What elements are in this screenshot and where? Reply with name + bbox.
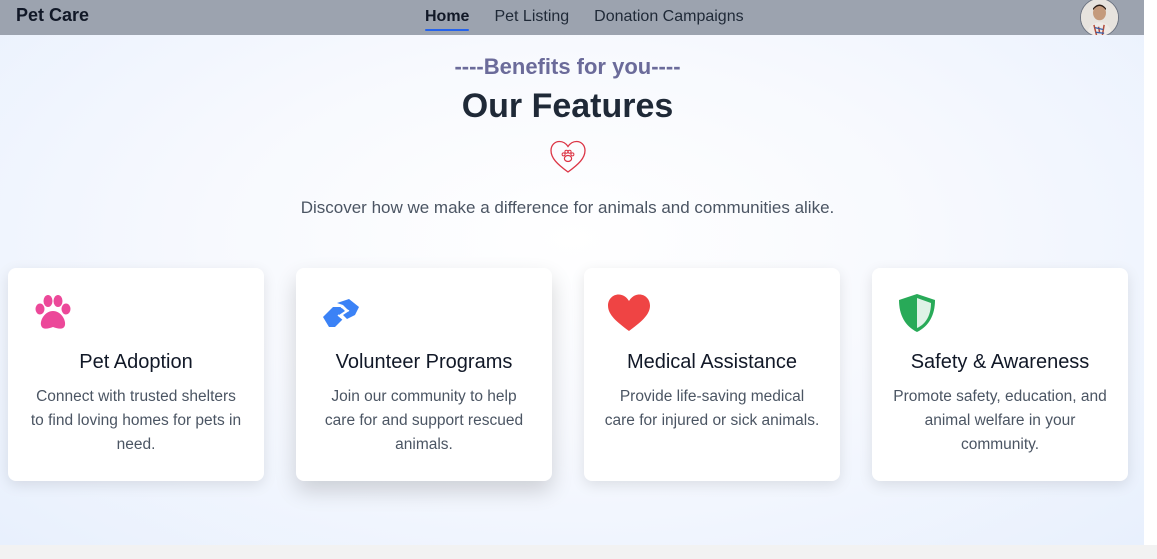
card-text: Promote safety, education, and animal we…	[893, 388, 1107, 453]
nav-link-home[interactable]: Home	[425, 8, 470, 31]
brand-logo[interactable]: Pet Care	[16, 5, 89, 26]
features-section: ----Benefits for you---- Our Features Di…	[0, 35, 1144, 545]
card-text: Provide life-saving medical care for inj…	[604, 388, 820, 429]
nav-link-pet-listing[interactable]: Pet Listing	[494, 8, 569, 28]
card-title: Pet Adoption	[79, 351, 193, 373]
card-title: Safety & Awareness	[910, 351, 1090, 373]
nav-link-donation-campaigns[interactable]: Donation Campaigns	[594, 8, 743, 28]
feature-card-medical-assistance: Medical Assistance Provide life-saving m…	[584, 268, 840, 481]
footer-edge	[0, 545, 1157, 559]
feature-card-volunteer-programs: Volunteer Programs Join our community to…	[296, 268, 552, 481]
scrollbar-gutter	[1144, 0, 1157, 545]
avatar-image	[1081, 0, 1118, 36]
handshake-icon	[319, 293, 363, 333]
card-text: Join our community to help care for and …	[324, 388, 524, 453]
paw-heart-icon	[549, 139, 587, 175]
section-title: Our Features	[461, 87, 674, 125]
heart-icon	[607, 293, 651, 333]
nav-links: Home Pet Listing Donation Campaigns	[425, 0, 744, 35]
card-text: Connect with trusted shelters to find lo…	[30, 388, 242, 453]
section-description: Discover how we make a difference for an…	[300, 198, 835, 217]
paw-icon	[31, 293, 75, 333]
feature-card-safety-awareness: Safety & Awareness Promote safety, educa…	[872, 268, 1128, 481]
shield-icon	[895, 293, 939, 333]
navbar: Pet Care Home Pet Listing Donation Campa…	[0, 0, 1144, 37]
feature-card-pet-adoption: Pet Adoption Connect with trusted shelte…	[8, 268, 264, 481]
card-title: Medical Assistance	[626, 351, 798, 373]
card-title: Volunteer Programs	[335, 351, 513, 373]
section-subtitle: ----Benefits for you----	[454, 54, 681, 79]
user-avatar[interactable]	[1080, 0, 1119, 37]
